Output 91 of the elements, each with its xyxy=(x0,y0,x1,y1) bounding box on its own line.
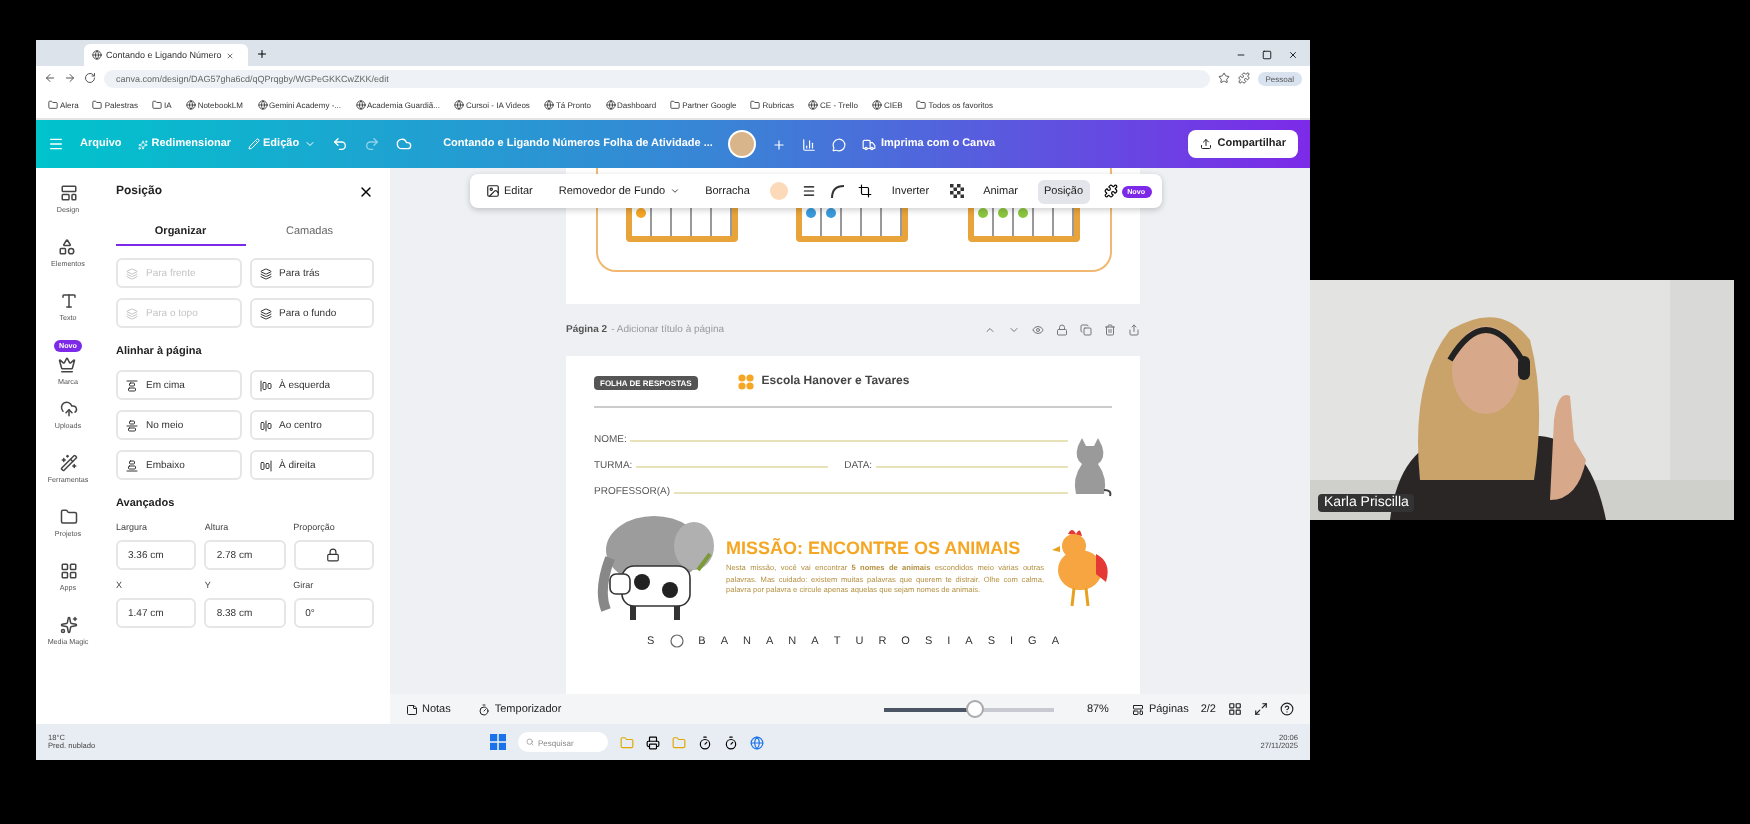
pencil-icon xyxy=(247,138,260,150)
chevron-up-icon xyxy=(984,324,996,336)
grid-icon xyxy=(1228,702,1242,716)
close-icon[interactable] xyxy=(358,184,374,200)
layers-icon xyxy=(259,267,271,279)
truck-icon xyxy=(862,137,877,151)
corner-icon xyxy=(829,184,844,198)
search-icon xyxy=(526,738,534,746)
crown-icon xyxy=(58,356,77,374)
minimize-icon xyxy=(1236,50,1246,60)
extensions-icon xyxy=(1237,72,1250,84)
text-icon xyxy=(59,292,77,310)
elephant-and-cow-drawing xyxy=(594,510,718,626)
back-icon xyxy=(44,72,56,84)
folder-icon xyxy=(672,735,686,749)
folder-icon xyxy=(59,508,77,526)
folder-icon xyxy=(916,99,927,109)
globe-icon xyxy=(543,99,554,109)
trash-icon xyxy=(1104,324,1116,336)
grid-icon xyxy=(59,562,77,580)
globe-icon xyxy=(808,99,819,109)
wand-icon xyxy=(59,454,77,472)
pages-icon xyxy=(1132,703,1145,715)
chevron-down-icon xyxy=(1008,324,1020,336)
timer-icon xyxy=(478,703,491,715)
lock-button[interactable] xyxy=(293,540,374,570)
counter-dot xyxy=(997,208,1008,218)
globe-icon xyxy=(605,99,616,109)
globe-icon xyxy=(355,99,366,109)
star-icon xyxy=(1217,72,1230,84)
globe-icon xyxy=(453,99,464,109)
counter-dot xyxy=(1017,208,1028,218)
reload-icon xyxy=(84,72,96,84)
sparkles-icon xyxy=(59,616,77,634)
circle-icon xyxy=(669,634,684,648)
globe-icon xyxy=(185,99,196,109)
school-logo-icon xyxy=(737,374,754,390)
folder-icon xyxy=(670,99,681,109)
layout-icon xyxy=(59,184,77,202)
menu-icon xyxy=(48,136,64,152)
cloud-icon xyxy=(395,136,412,152)
align-icon xyxy=(259,419,271,431)
redo-icon xyxy=(363,136,380,152)
upload-icon xyxy=(1199,138,1212,150)
folder-icon xyxy=(48,99,58,109)
layers-icon xyxy=(126,307,138,319)
maximize-icon xyxy=(1262,50,1272,60)
align-icon xyxy=(126,379,138,391)
fullscreen-icon xyxy=(1254,702,1268,716)
chicken-drawing xyxy=(1052,526,1112,610)
sparkles-icon xyxy=(137,139,148,149)
cloud-upload-icon xyxy=(59,400,77,418)
add-icon xyxy=(772,137,787,151)
image-icon xyxy=(486,184,500,198)
comment-icon xyxy=(832,137,847,151)
mission-title: MISSÃO: ENCONTRE OS ANIMAIS xyxy=(726,537,1023,558)
align-icon xyxy=(259,459,271,471)
color-swatch[interactable] xyxy=(769,182,788,200)
note-icon xyxy=(406,703,418,715)
undo-icon xyxy=(331,136,348,152)
caret-icon xyxy=(669,186,680,196)
globe-icon xyxy=(257,99,267,109)
folder-icon xyxy=(152,99,163,109)
eye-icon xyxy=(1032,324,1044,336)
layers-icon xyxy=(259,307,271,319)
align-icon xyxy=(259,379,271,391)
folder-icon xyxy=(92,99,103,109)
globe-icon xyxy=(871,99,882,109)
help-icon xyxy=(1280,702,1294,716)
crop-icon xyxy=(857,184,872,198)
align-icon xyxy=(126,419,138,431)
browser-icon xyxy=(750,735,764,749)
folder-icon xyxy=(750,99,761,109)
share-icon xyxy=(1128,324,1140,336)
align-icon xyxy=(126,459,138,471)
new-tab-icon xyxy=(256,48,268,60)
avatar xyxy=(728,130,757,158)
chart-icon xyxy=(802,137,817,151)
forward-icon xyxy=(64,72,76,84)
copy-icon xyxy=(1080,324,1092,336)
lock-icon xyxy=(1056,324,1068,336)
lock-icon xyxy=(326,548,341,562)
folder-icon xyxy=(620,735,634,749)
counter-dot xyxy=(826,208,837,218)
globe-icon xyxy=(92,50,102,60)
shapes-icon xyxy=(58,238,77,256)
caret-icon xyxy=(303,138,316,150)
line-weight-icon xyxy=(801,184,816,198)
layers-icon xyxy=(126,267,138,279)
windows-icon xyxy=(490,734,506,750)
transparency-icon xyxy=(949,184,964,198)
